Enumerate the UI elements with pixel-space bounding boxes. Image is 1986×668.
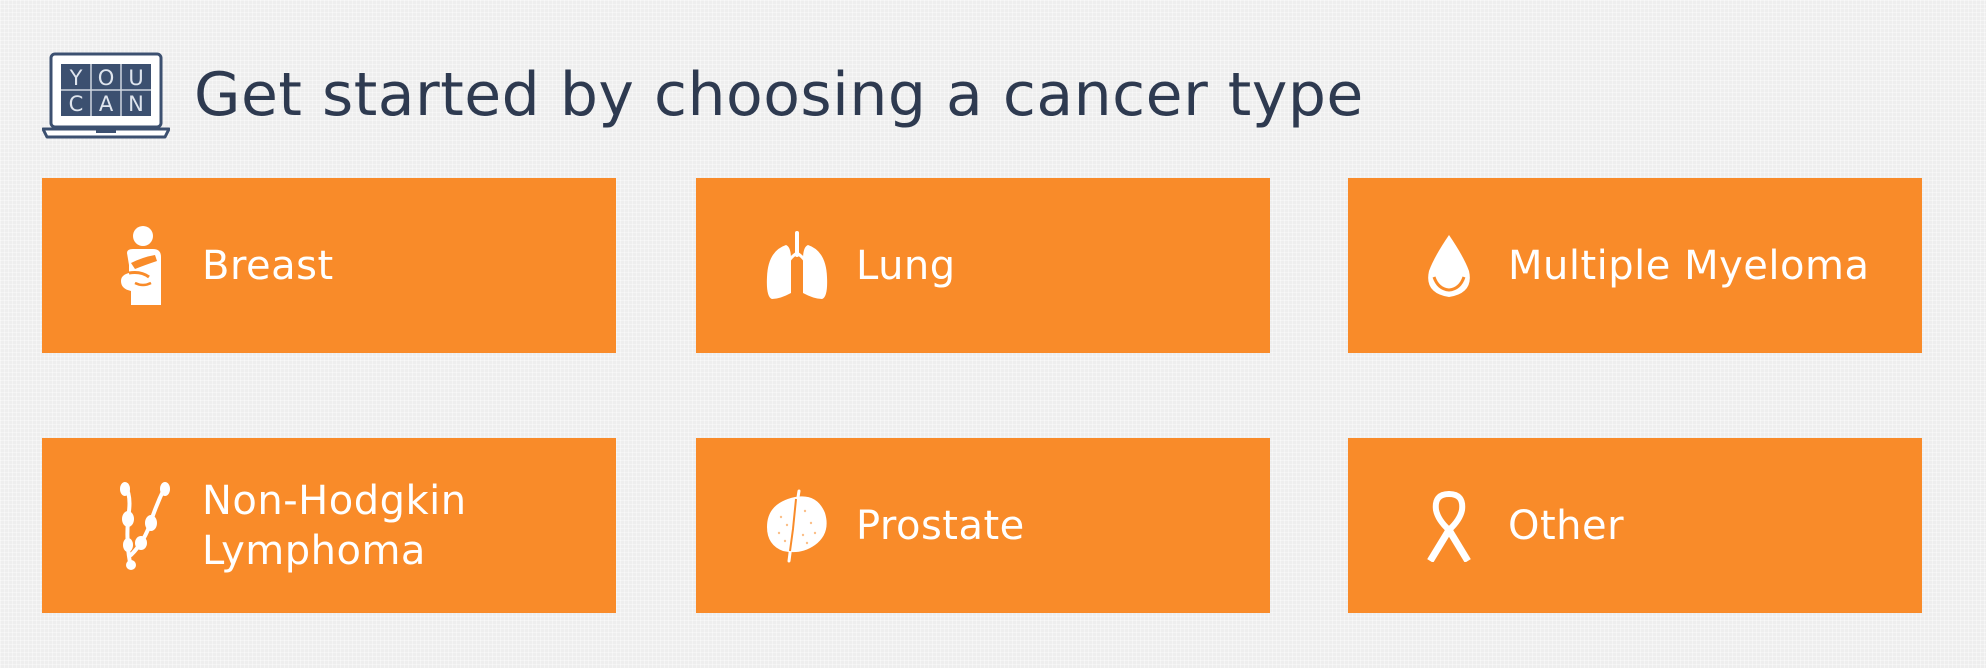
tile-label: Prostate <box>856 502 1025 549</box>
lymph-nodes-icon <box>108 481 178 570</box>
lungs-icon <box>762 224 832 308</box>
cancer-type-prostate-button[interactable]: Prostate <box>696 438 1270 613</box>
logo-letter: Y <box>69 66 83 90</box>
logo-letter: O <box>98 66 115 90</box>
logo-letter: U <box>128 66 143 90</box>
logo-letter: N <box>128 92 144 116</box>
prostate-icon <box>762 484 832 568</box>
logo-letter: A <box>99 92 114 116</box>
logo-letter: C <box>69 92 84 116</box>
cancer-type-lung-button[interactable]: Lung <box>696 178 1270 353</box>
cancer-type-breast-button[interactable]: Breast <box>42 178 616 353</box>
tile-label-line: Lymphoma <box>202 527 426 574</box>
breast-exam-icon <box>108 224 178 308</box>
tile-label-line: Non-Hodgkin <box>202 477 467 524</box>
tile-label: Multiple Myeloma <box>1508 242 1870 289</box>
page-header: Y O U C A N Get started by choosing a ca… <box>42 50 1364 140</box>
laptop-logo-icon: Y O U C A N <box>42 52 170 139</box>
cancer-type-multiple-myeloma-button[interactable]: Multiple Myeloma <box>1348 178 1922 353</box>
page-title: Get started by choosing a cancer type <box>194 60 1364 130</box>
tile-label: Other <box>1508 502 1625 549</box>
awareness-ribbon-icon <box>1414 484 1484 568</box>
blood-drop-icon <box>1414 224 1484 308</box>
cancer-type-other-button[interactable]: Other <box>1348 438 1922 613</box>
tile-label: Breast <box>202 242 334 289</box>
cancer-type-non-hodgkin-lymphoma-button[interactable]: Non-Hodgkin Lymphoma <box>42 438 616 613</box>
tile-label: Lung <box>856 242 956 289</box>
tile-label: Non-Hodgkin Lymphoma <box>202 476 596 576</box>
